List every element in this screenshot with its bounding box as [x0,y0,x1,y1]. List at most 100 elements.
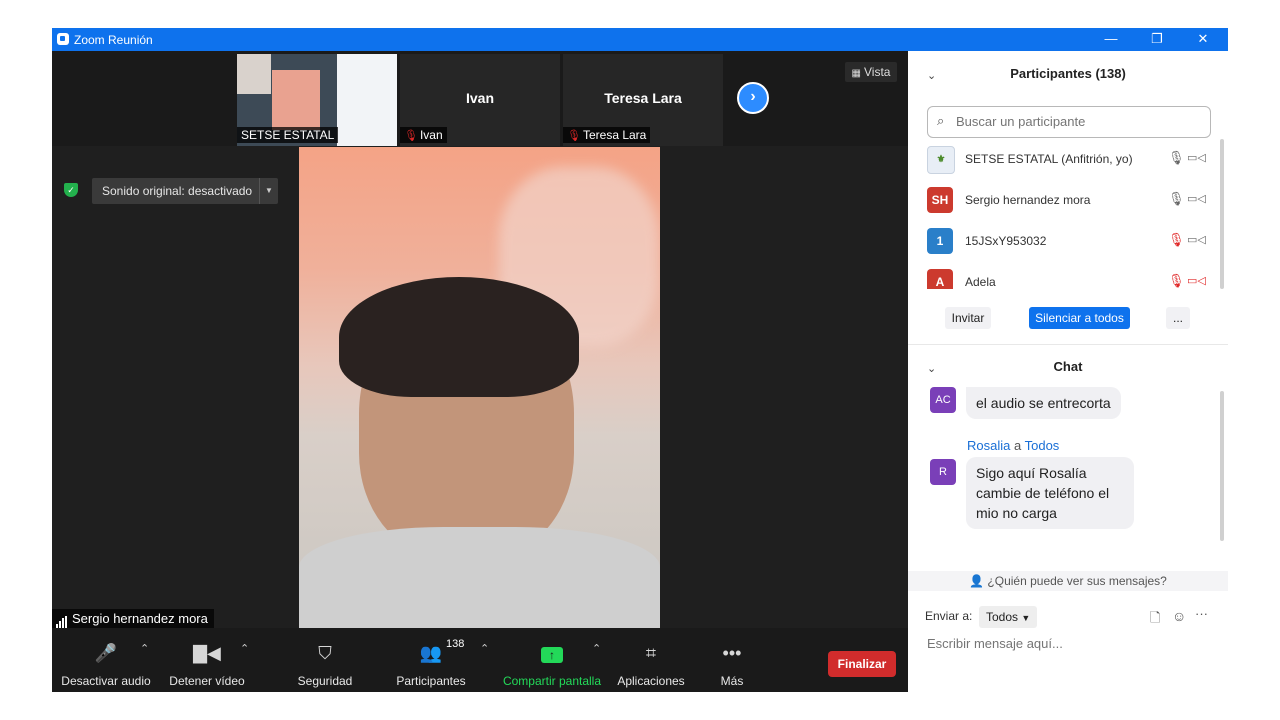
video-camera-icon[interactable]: ▭◁ [1187,151,1206,164]
participants-count: 138 [446,638,465,650]
chat-message-input[interactable] [925,635,1159,652]
more-options-button[interactable]: ... [1166,307,1190,329]
participant-row[interactable]: 1 15JSxY953032 🎙 ▭◁ [927,224,1212,258]
person-icon: 👤 [969,574,985,588]
participant-avatar: A [927,269,953,289]
restore-button[interactable]: ❐ [1134,28,1180,51]
more-label: Más [720,674,744,688]
vista-label: Vista [863,65,891,79]
thumbnail-teresa[interactable]: Teresa Lara 🎙 Teresa Lara [563,54,723,146]
side-panel: ⌄ Participantes (138) ⌕ ⚜ SETSE ESTATAL … [908,51,1228,692]
send-to-label: Enviar a: [925,609,973,623]
document-preview [337,54,397,146]
chat-messages: AC el audio se entrecorta Rosalia a Todo… [908,387,1228,547]
thumbnail-name: Teresa Lara [582,128,647,142]
more-button[interactable]: ••• Más [712,628,752,692]
main-video [299,147,660,628]
minimize-button[interactable]: — [1088,28,1134,51]
chat-avatar: R [930,459,956,485]
thumbnail-name-bar: 🎙 Teresa Lara [563,127,651,143]
webcam-preview [272,70,320,130]
active-speaker-name: Sergio hernandez mora [72,611,208,626]
title-bar: Zoom Reunión — ❐ ✕ [52,28,1228,51]
end-meeting-button[interactable]: Finalizar [828,651,896,677]
close-button[interactable]: ✕ [1180,28,1226,51]
participants-label: Participantes [396,674,466,688]
video-camera-icon: ▇◀ [193,643,221,663]
next-page-arrow-icon[interactable]: › [737,82,769,114]
chat-title: Chat [1053,359,1083,374]
panel-divider [908,344,1228,345]
active-speaker-label: Sergio hernandez mora [52,609,214,628]
apps-button[interactable]: ⌗ Aplicaciones [614,628,688,692]
send-to-dropdown[interactable]: Todos ▼ [979,606,1038,628]
microphone-muted-icon[interactable]: 🎙 [1168,273,1185,289]
chat-scrollbar[interactable] [1220,391,1224,541]
stop-video-button[interactable]: ▇◀ ⌃ Detener vídeo [164,628,250,692]
video-camera-icon[interactable]: ▭◁ [1187,192,1206,205]
participant-name: Sergio hernandez mora [965,193,1091,207]
chevron-up-icon[interactable]: ⌃ [592,642,601,655]
microphone-icon: 🎤 [94,643,118,663]
who-can-see-label: ¿Quién puede ver sus mensajes? [987,574,1167,588]
chat-message-bubble: el audio se entrecorta [966,387,1121,419]
invite-button[interactable]: Invitar [945,307,991,329]
more-dots-icon[interactable]: ··· [1195,606,1208,621]
participant-row[interactable]: ⚜ SETSE ESTATAL (Anfitrión, yo) 🎙 ▭◁ [927,142,1212,176]
thumbnail-name-bar: 🎙 Ivan [400,127,447,143]
chevron-down-icon[interactable]: ▼ [259,178,278,204]
chevron-up-icon[interactable]: ⌃ [140,642,149,655]
microphone-icon[interactable]: 🎙 [1168,191,1185,207]
thumbnail-strip: SETSE ESTATAL Ivan 🎙 Ivan Teresa Lara 🎙 Te… [52,51,908,146]
mute-audio-label: Desactivar audio [61,674,151,688]
emoji-icon[interactable]: ☺ [1172,608,1186,624]
participant-row[interactable]: A Adela 🎙 ▭◁ [927,265,1212,289]
participants-scrollbar[interactable] [1220,139,1224,289]
participant-search-input[interactable] [954,113,1198,130]
participant-search[interactable]: ⌕ [927,106,1211,138]
grid-icon: ▦ [851,68,861,79]
chat-sender-line: Rosalia a Todos [967,438,1059,453]
chat-recipient[interactable]: Todos [1025,438,1060,453]
window-title: Zoom Reunión [74,33,153,47]
vista-button[interactable]: ▦ Vista [845,62,897,82]
original-sound-button[interactable]: Sonido original: desactivado ▼ [92,178,278,204]
chat-to-word: a [1013,438,1022,453]
meeting-toolbar: 🎤 ⌃ Desactivar audio ▇◀ ⌃ Detener vídeo … [52,628,908,692]
chevron-up-icon[interactable]: ⌃ [480,642,489,655]
chevron-up-icon[interactable]: ⌃ [240,642,249,655]
thumbnail-ivan[interactable]: Ivan 🎙 Ivan [400,54,560,146]
microphone-muted-icon[interactable]: 🎙 [1168,232,1185,248]
mute-all-button[interactable]: Silenciar a todos [1029,307,1130,329]
participants-title: Participantes (138) [1010,66,1126,81]
who-can-see-messages[interactable]: 👤 ¿Quién puede ver sus mensajes? [908,571,1228,591]
chat-avatar: AC [930,387,956,413]
chat-sender[interactable]: Rosalia [967,438,1010,453]
participant-avatar: SH [927,187,953,213]
thumbnail-big-name: Teresa Lara [604,90,682,106]
original-sound-label: Sonido original: desactivado [102,184,253,198]
participant-avatar: 1 [927,228,953,254]
share-screen-label: Compartir pantalla [502,674,602,688]
video-camera-icon[interactable]: ▭◁ [1187,233,1206,246]
participants-button[interactable]: 👥 138 ⌃ Participantes [392,628,489,692]
share-screen-button[interactable]: ↑ ⌃ Compartir pantalla [500,628,604,692]
shared-screen-preview [237,54,271,94]
thumbnail-setse[interactable]: SETSE ESTATAL [237,54,397,146]
microphone-icon[interactable]: 🎙 [1168,150,1185,166]
thumbnail-big-name: Ivan [465,90,494,106]
mic-muted-icon: 🎙 [404,130,418,142]
file-icon[interactable]: 🗋 [1150,609,1160,631]
video-shirt [299,527,660,628]
mute-audio-button[interactable]: 🎤 ⌃ Desactivar audio [60,628,152,692]
apps-label: Aplicaciones [617,674,685,688]
send-to-value: Todos [986,610,1019,624]
participant-row[interactable]: SH Sergio hernandez mora 🎙 ▭◁ [927,183,1212,217]
participant-name: SETSE ESTATAL (Anfitrión, yo) [965,152,1133,166]
security-button[interactable]: ⛉ Seguridad [292,628,358,692]
participant-name: Adela [965,275,996,289]
signal-bars-icon [56,609,68,628]
video-camera-off-icon[interactable]: ▭◁ [1187,274,1206,287]
shield-icon[interactable]: ✓ [64,183,78,197]
thumbnail-name: SETSE ESTATAL [237,127,339,143]
